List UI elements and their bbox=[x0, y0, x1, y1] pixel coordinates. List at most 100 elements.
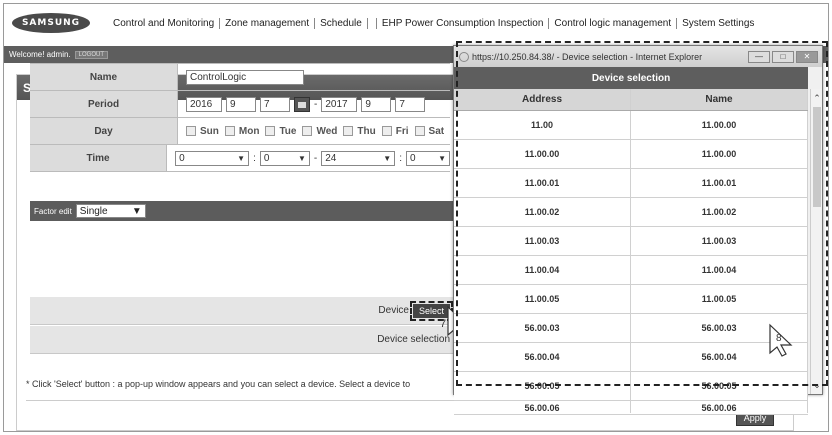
day-wed[interactable]: Wed bbox=[302, 126, 337, 137]
device-selection-row: Device selection bbox=[30, 326, 460, 354]
logout-button[interactable]: LOGOUT bbox=[74, 50, 108, 59]
row-name: 11.00.02 bbox=[631, 198, 808, 226]
window-controls: — □ ✕ bbox=[748, 50, 818, 63]
logic-form: Name ControlLogic Period 2016 9 7 - 2017… bbox=[30, 63, 450, 172]
checkbox-tue[interactable] bbox=[265, 126, 276, 136]
day-wed-label: Wed bbox=[316, 125, 338, 137]
chevron-down-icon[interactable]: ⌄ bbox=[811, 378, 823, 392]
chevron-down-icon: ▼ bbox=[131, 205, 142, 217]
main-menu: Control and Monitoring Zone management S… bbox=[108, 17, 759, 29]
close-icon[interactable]: ✕ bbox=[796, 50, 818, 63]
menu-zone-management[interactable]: Zone management bbox=[220, 18, 314, 29]
row-name: 11.00.01 bbox=[631, 169, 808, 197]
popup-window-title: https://10.250.84.38/ - Device selection… bbox=[472, 51, 703, 62]
callout-step-8: 8 bbox=[766, 323, 796, 357]
browser-icon bbox=[459, 51, 469, 62]
day-thu[interactable]: Thu bbox=[343, 126, 376, 137]
menu-system-settings[interactable]: System Settings bbox=[677, 18, 759, 29]
day-mon-label: Mon bbox=[238, 125, 260, 137]
day-tue[interactable]: Tue bbox=[265, 126, 296, 137]
chevron-up-icon[interactable]: ⌃ bbox=[811, 91, 823, 105]
table-row[interactable]: 11.00.00 11.00.00 bbox=[454, 140, 808, 169]
row-address: 56.00.04 bbox=[454, 343, 631, 371]
table-row[interactable]: 11.00.04 11.00.04 bbox=[454, 256, 808, 285]
start-minute-select[interactable]: 0 ▼ bbox=[259, 150, 310, 166]
chevron-down-icon: ▼ bbox=[383, 153, 392, 163]
checkbox-sat[interactable] bbox=[414, 126, 425, 136]
table-row[interactable]: 56.00.06 56.00.06 bbox=[454, 401, 808, 415]
menu-schedule[interactable]: Schedule bbox=[315, 18, 367, 29]
start-day-input[interactable]: 7 bbox=[260, 96, 290, 112]
name-row: Name ControlLogic bbox=[30, 64, 450, 91]
day-fri[interactable]: Fri bbox=[381, 126, 409, 137]
checkbox-fri[interactable] bbox=[381, 126, 392, 136]
menu-control-logic[interactable]: Control logic management bbox=[549, 18, 676, 29]
maximize-icon[interactable]: □ bbox=[772, 50, 794, 63]
start-year-input[interactable]: 2016 bbox=[186, 96, 222, 112]
col-name: Name bbox=[631, 89, 808, 110]
time-dash: - bbox=[313, 152, 318, 164]
device-table: Address Name 11.00 11.00.00 11.00.00 11.00… bbox=[454, 89, 808, 415]
end-year-input[interactable]: 2017 bbox=[321, 96, 358, 112]
table-row[interactable]: 11.00.05 11.00.05 bbox=[454, 285, 808, 314]
col-address: Address bbox=[454, 89, 631, 110]
start-month-input[interactable]: 9 bbox=[226, 96, 256, 112]
row-name: 56.00.06 bbox=[631, 401, 808, 413]
day-sun-label: Sun bbox=[200, 125, 219, 137]
period-row: Period 2016 9 7 - 2017 9 7 bbox=[30, 91, 450, 118]
instruction-note: * Click 'Select' button : a pop-up windo… bbox=[26, 379, 411, 389]
table-row[interactable]: 11.00.01 11.00.01 bbox=[454, 169, 808, 198]
table-row[interactable]: 11.00 11.00.00 bbox=[454, 111, 808, 140]
menu-divider bbox=[366, 17, 368, 29]
checkbox-wed[interactable] bbox=[302, 126, 313, 136]
row-name: 11.00.03 bbox=[631, 227, 808, 255]
factor-edit-bar: Factor edit Single ▼ bbox=[30, 201, 460, 221]
table-row[interactable]: 11.00.03 11.00.03 bbox=[454, 227, 808, 256]
chevron-down-icon: ▼ bbox=[297, 153, 306, 163]
chevron-down-icon: ▼ bbox=[237, 153, 246, 163]
divider bbox=[26, 400, 456, 401]
end-day-input[interactable]: 7 bbox=[395, 96, 426, 112]
name-label: Name bbox=[30, 64, 178, 90]
row-address: 11.00.05 bbox=[454, 285, 631, 313]
popup-header: Device selection bbox=[454, 67, 808, 89]
table-row[interactable]: 56.00.04 56.00.04 bbox=[454, 343, 808, 372]
calendar-icon[interactable] bbox=[294, 96, 310, 112]
table-row[interactable]: 56.00.05 56.00.05 bbox=[454, 372, 808, 401]
checkbox-sun[interactable] bbox=[186, 126, 196, 136]
day-sun[interactable]: Sun bbox=[186, 126, 219, 137]
row-name: 11.00.05 bbox=[631, 285, 808, 313]
name-input[interactable]: ControlLogic bbox=[186, 69, 304, 85]
row-address: 56.00.03 bbox=[454, 314, 631, 342]
start-hour-value: 0 bbox=[179, 152, 185, 164]
start-minute-value: 0 bbox=[263, 152, 270, 164]
chevron-down-icon: ▼ bbox=[438, 153, 446, 163]
table-row[interactable]: 11.00.02 11.00.02 bbox=[454, 198, 808, 227]
end-minute-select[interactable]: 0 ▼ bbox=[406, 150, 450, 166]
end-hour-select[interactable]: 24 ▼ bbox=[321, 150, 396, 166]
samsung-logo: SAMSUNG bbox=[12, 13, 90, 33]
callout-number: 8 bbox=[776, 333, 782, 344]
end-month-input[interactable]: 9 bbox=[361, 96, 392, 112]
row-address: 11.00 bbox=[454, 111, 631, 139]
menu-ehp-power[interactable]: EHP Power Consumption Inspection bbox=[377, 18, 549, 29]
start-hour-select[interactable]: 0 ▼ bbox=[175, 150, 250, 166]
checkbox-mon[interactable] bbox=[224, 126, 235, 136]
day-sat[interactable]: Sat bbox=[414, 125, 445, 137]
checkbox-thu[interactable] bbox=[343, 126, 354, 136]
time-row: Time 0 ▼ : 0 ▼ - 24 ▼ : 0 ▼ bbox=[30, 145, 450, 172]
row-address: 11.00.03 bbox=[454, 227, 631, 255]
popup-scrollbar[interactable]: ⌃ ⌄ bbox=[810, 89, 822, 394]
day-mon[interactable]: Mon bbox=[224, 125, 260, 137]
day-sat-label: Sat bbox=[428, 125, 445, 137]
scrollbar-thumb[interactable] bbox=[813, 107, 821, 207]
table-row[interactable]: 56.00.03 56.00.03 bbox=[454, 314, 808, 343]
row-name: 56.00.05 bbox=[631, 372, 808, 400]
row-name: 11.00.04 bbox=[631, 256, 808, 284]
row-address: 11.00.00 bbox=[454, 140, 631, 168]
factor-mode-select[interactable]: Single ▼ bbox=[75, 204, 146, 218]
welcome-text: Welcome! admin. bbox=[9, 50, 71, 59]
day-label: Day bbox=[30, 118, 178, 144]
minimize-icon[interactable]: — bbox=[748, 50, 770, 63]
menu-control-monitoring[interactable]: Control and Monitoring bbox=[108, 18, 219, 29]
